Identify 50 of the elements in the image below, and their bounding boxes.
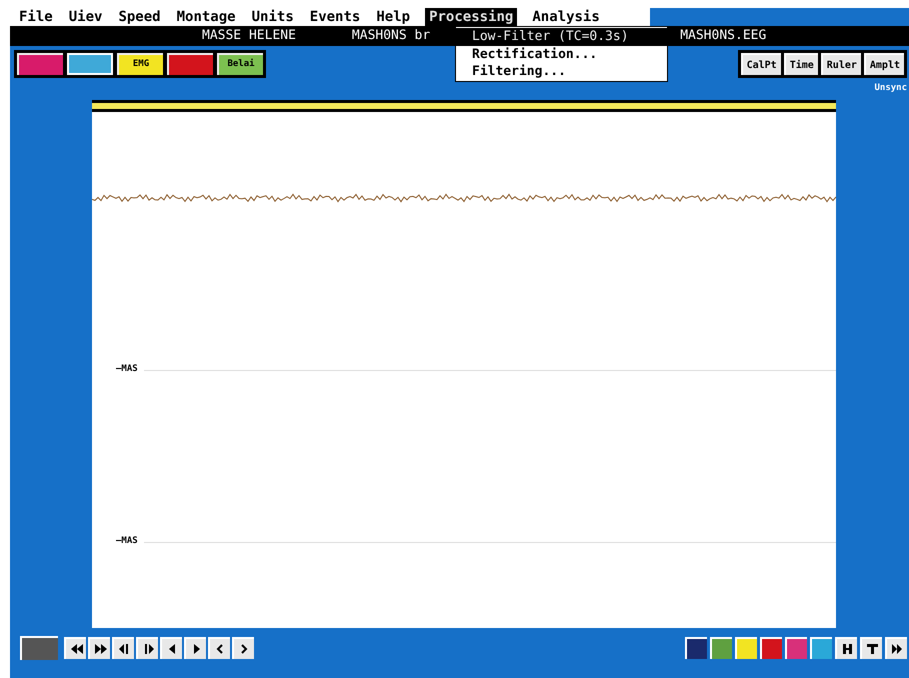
menu-option[interactable]: Low-Filter (TC=0.3s): [456, 28, 667, 46]
sync-status: Unsync: [874, 82, 907, 95]
menu-item[interactable]: Help: [375, 8, 412, 26]
menu-item[interactable]: File: [18, 8, 54, 26]
navigation-button[interactable]: [208, 637, 230, 659]
page-back-icon: [117, 642, 131, 656]
recording-name: MASH0NS br: [352, 27, 430, 46]
color-button[interactable]: [710, 637, 732, 659]
tool-button[interactable]: Time: [784, 53, 818, 75]
channel-label: —MAS: [116, 363, 138, 376]
tool-button[interactable]: Amplt: [864, 53, 904, 75]
navigation-button[interactable]: [112, 637, 134, 659]
patient-name: MASSE HELENE: [202, 27, 296, 46]
mode-button[interactable]: [17, 53, 63, 75]
mode-button[interactable]: Belai: [217, 53, 263, 75]
color-button[interactable]: [810, 637, 832, 659]
t-glyph-icon: [865, 642, 879, 656]
color-button[interactable]: [785, 637, 807, 659]
menu-item[interactable]: Units: [250, 8, 295, 26]
mode-button[interactable]: EMG: [117, 53, 163, 75]
toolbar-button[interactable]: [885, 637, 907, 659]
file-name: MASH0NS.EEG: [680, 27, 766, 46]
tool-button[interactable]: Ruler: [820, 53, 861, 75]
navigation-button[interactable]: [88, 637, 110, 659]
navigation-button[interactable]: [64, 637, 86, 659]
menu-item[interactable]: Montage: [176, 8, 237, 26]
menu-item[interactable]: Events: [308, 8, 362, 26]
menu-option[interactable]: Filtering...: [456, 63, 667, 80]
rewind-icon: [69, 642, 83, 656]
navigation-button[interactable]: [232, 637, 254, 659]
navigation-button[interactable]: [184, 637, 206, 659]
channel-label: —MAS: [116, 535, 138, 548]
tool-button[interactable]: CalPt: [740, 53, 781, 75]
navigation-button[interactable]: [160, 637, 182, 659]
h-glyph-icon: [840, 642, 854, 656]
menu-item[interactable]: Processing: [425, 8, 518, 26]
navigation-button[interactable]: [136, 637, 158, 659]
double-chevron-icon: [890, 642, 904, 656]
menu-option[interactable]: Rectification...: [456, 46, 667, 63]
toolbar-button[interactable]: [860, 637, 882, 659]
color-button[interactable]: [685, 637, 707, 659]
color-button[interactable]: [760, 637, 782, 659]
montage-button[interactable]: [20, 636, 58, 660]
mode-button[interactable]: [167, 53, 213, 75]
menu-item[interactable]: Speed: [117, 8, 162, 26]
toolbar-button[interactable]: [835, 637, 857, 659]
menu-item[interactable]: Uiev: [68, 8, 104, 26]
menu-item[interactable]: Analysis: [531, 8, 601, 26]
color-button[interactable]: [735, 637, 757, 659]
fast-forward-icon: [93, 642, 107, 656]
